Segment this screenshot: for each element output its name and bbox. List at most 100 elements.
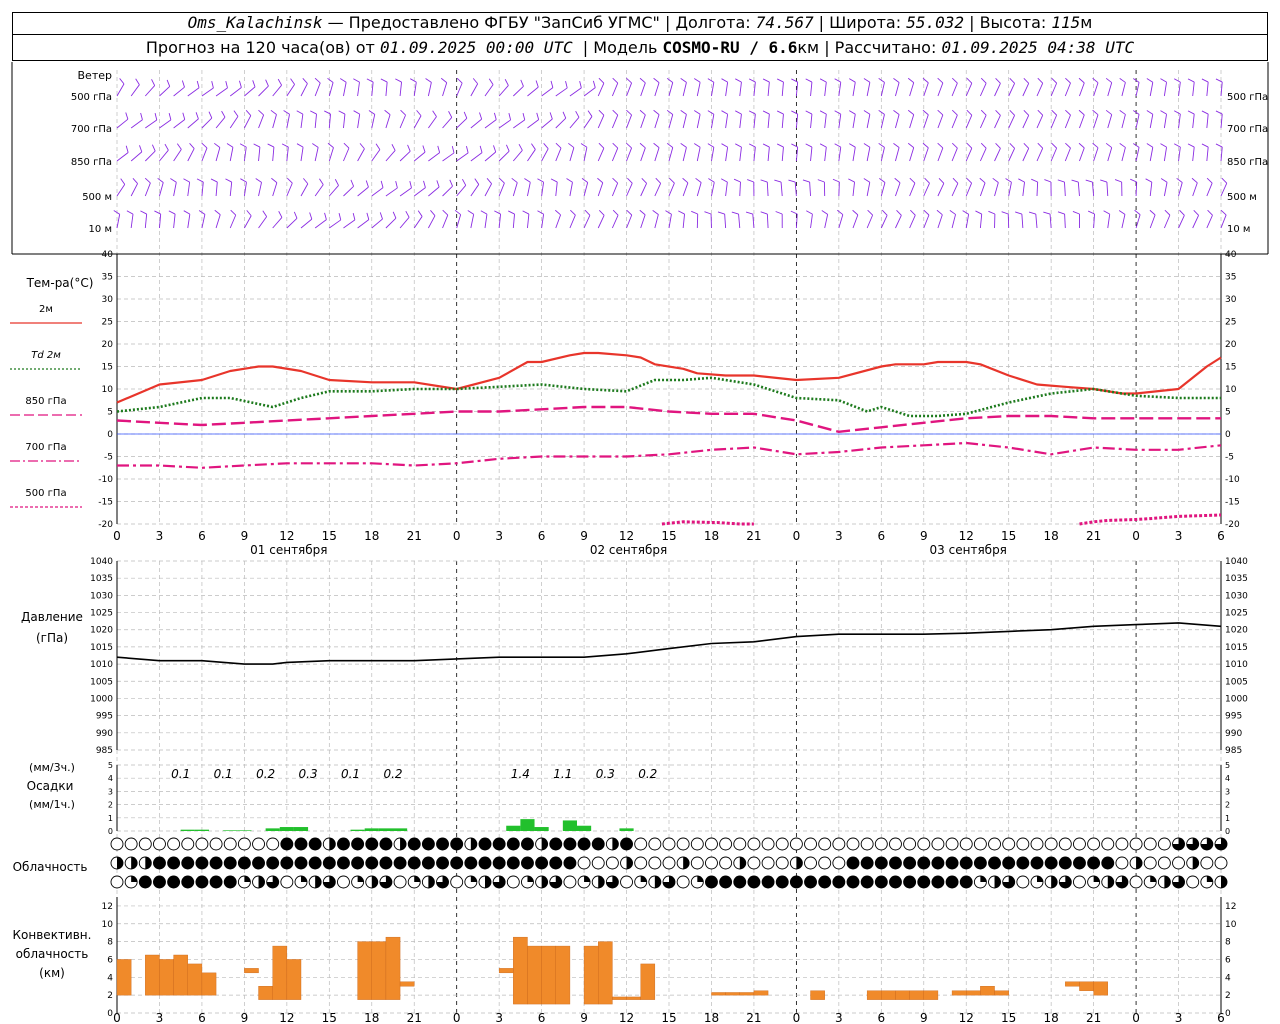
- wind-barb-flag: [407, 144, 411, 152]
- cloud-cover-icon: [733, 875, 747, 889]
- cloud-cover-icon: [464, 856, 478, 870]
- wind-barb-icon: [456, 118, 468, 129]
- wind-barb-flag: [626, 209, 633, 216]
- wind-barb-icon: [724, 214, 727, 229]
- wind-barb-flag: [1005, 178, 1012, 183]
- wind-barb-icon: [895, 147, 900, 162]
- wind-barb-flag: [265, 79, 269, 87]
- wind-barb-flag: [170, 178, 177, 183]
- cloud-cover-icon: [337, 837, 350, 851]
- wind-level-right: 700 гПа: [1227, 124, 1268, 135]
- wind-barb-flag: [909, 177, 916, 184]
- wind-barb-flag: [1028, 211, 1036, 215]
- wind-barb-flag: [144, 177, 151, 184]
- wind-barb-icon: [611, 114, 619, 129]
- wind-barb-flag: [233, 110, 239, 117]
- cloud-cover-fill: [1107, 876, 1114, 888]
- wind-barb-icon: [456, 185, 467, 197]
- wind-barb-icon: [1050, 114, 1058, 129]
- cloud-cover-icon: [1115, 837, 1129, 851]
- cloud-cover-icon: [846, 837, 860, 851]
- wind-barb-flag: [166, 79, 171, 87]
- wind-barb-icon: [343, 147, 350, 162]
- conv-ytick-left: 12: [102, 902, 113, 912]
- pres-ytick-left: 1040: [90, 557, 113, 567]
- wind-barb-icon: [696, 147, 701, 162]
- wind-barb-icon: [583, 215, 591, 229]
- wind-barb-icon: [668, 82, 674, 97]
- wind-barb-flag: [995, 77, 1001, 84]
- cloud-cover-fill: [301, 876, 307, 882]
- wind-barb-flag: [290, 78, 295, 85]
- wind-barb-icon: [725, 182, 728, 197]
- cloud-cover-fill: [315, 876, 322, 888]
- wind-barb-flag: [140, 210, 147, 215]
- cloud-cover-fill: [1164, 876, 1171, 888]
- cloud-cover-icon: [266, 837, 280, 851]
- cloud-cover-icon: [280, 837, 294, 851]
- wind-barb-flag: [486, 178, 492, 184]
- cloud-cover-icon: [266, 856, 280, 870]
- cloud-cover-icon: [407, 837, 421, 851]
- wind-barb-flag: [135, 78, 140, 85]
- precip-unit-1h: (мм/1ч.): [29, 798, 75, 811]
- wind-barb-icon: [781, 114, 784, 129]
- wind-barb-flag: [1146, 78, 1154, 83]
- convective-bar: [951, 990, 967, 996]
- wind-barb-icon: [130, 151, 143, 162]
- cloud-cover-icon: [521, 856, 534, 870]
- wind-barb-icon: [144, 182, 151, 197]
- precip-bar: [180, 829, 195, 831]
- wind-barb-flag: [449, 179, 453, 187]
- wind-barb-flag: [760, 211, 768, 215]
- wind-barb-icon: [1163, 114, 1167, 129]
- wind-barb-icon: [229, 214, 237, 229]
- conv-ytick-left: 10: [102, 920, 114, 930]
- wind-barb-flag: [951, 109, 958, 116]
- wind-barb-flag: [760, 179, 768, 183]
- wind-barb-icon: [229, 182, 233, 197]
- wind-barb-flag: [639, 109, 646, 116]
- wind-barb-flag: [324, 212, 327, 220]
- convective-bar: [258, 986, 273, 1000]
- pres-ytick-right: 1010: [1225, 660, 1248, 670]
- temp-ytick-right: 35: [1225, 273, 1236, 283]
- wind-barb-flag: [535, 80, 539, 88]
- wind-barb-flag: [1118, 210, 1126, 215]
- wind-barb-icon: [1178, 182, 1183, 197]
- wind-barb-icon: [852, 182, 855, 197]
- prec-ytick-right: 2: [1225, 801, 1230, 810]
- wind-barb-flag: [666, 142, 674, 148]
- x-tick-label: 9: [580, 529, 588, 543]
- wind-barb-icon: [1121, 114, 1126, 129]
- wind-barb-icon: [1022, 83, 1030, 97]
- cloud-cover-icon: [379, 837, 393, 851]
- x-tick-label: 12: [619, 1011, 634, 1024]
- cloud-cover-fill: [1192, 857, 1199, 869]
- wind-barb-flag: [707, 143, 715, 148]
- wind-barb-flag: [474, 178, 480, 185]
- wind-barb-icon: [795, 114, 799, 129]
- wind-barb-flag: [694, 78, 701, 83]
- wind-barb-icon: [314, 147, 319, 162]
- wind-barb-flag: [451, 146, 455, 154]
- wind-barb-icon: [1163, 214, 1171, 229]
- wind-barb-icon: [1107, 147, 1113, 162]
- wind-barb-icon: [1149, 214, 1156, 229]
- wind-barb-icon: [1064, 114, 1071, 129]
- wind-barb-icon: [484, 214, 488, 229]
- cloud-cover-icon: [889, 856, 902, 870]
- cloud-cover-icon: [789, 837, 803, 851]
- prec-ytick-right: 3: [1225, 787, 1230, 796]
- wind-barb-flag: [1051, 77, 1057, 84]
- cloud-cover-icon: [662, 856, 676, 870]
- wind-barb-icon: [909, 215, 916, 229]
- wind-barb-flag: [907, 142, 914, 148]
- convective-bar: [966, 990, 981, 996]
- wind-barb-icon: [597, 182, 604, 197]
- wind-barb-icon: [739, 82, 742, 97]
- cloud-cover-icon: [959, 837, 973, 851]
- pres-ytick-right: 1025: [1225, 609, 1248, 619]
- wind-barb-flag: [748, 143, 756, 148]
- wind-barb-flag: [125, 112, 129, 120]
